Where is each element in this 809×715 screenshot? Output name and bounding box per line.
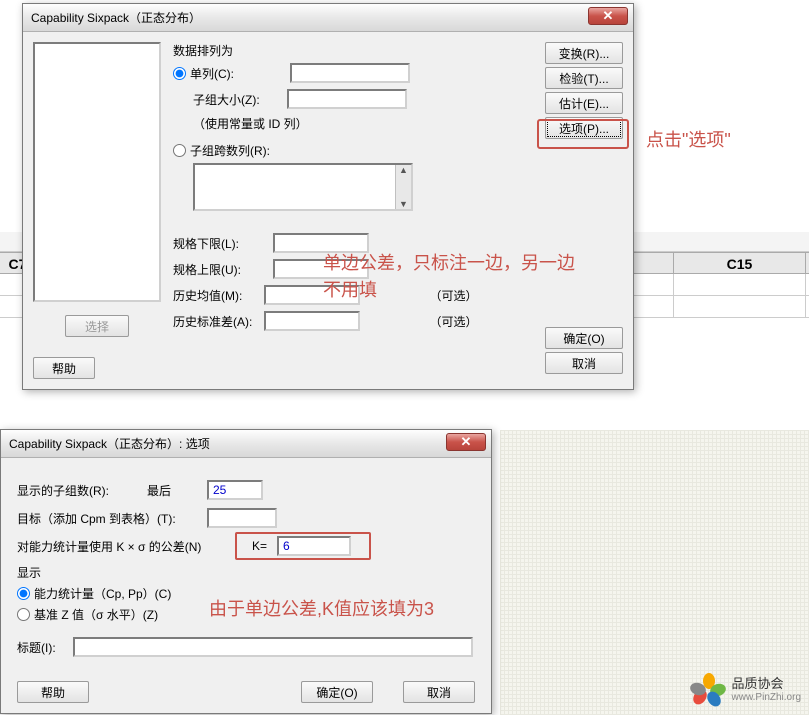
- hist-mean-label: 历史均值(M):: [173, 287, 264, 304]
- show-groups-input[interactable]: [207, 480, 263, 500]
- radio-cross-rows[interactable]: [173, 144, 186, 157]
- scroll-up-icon: ▲: [396, 165, 411, 175]
- logo-icon: [692, 673, 726, 707]
- radio-capability[interactable]: [17, 587, 30, 600]
- logo-line1: 品质协会: [732, 676, 801, 692]
- hist-sd-label: 历史标准差(A):: [173, 313, 264, 330]
- k-tolerance-label: 对能力统计量使用 K × σ 的公差(N): [17, 538, 237, 555]
- help-button-2[interactable]: 帮助: [17, 681, 89, 703]
- subgroup-hint: （使用常量或 ID 列）: [193, 115, 473, 132]
- options-dialog: Capability Sixpack（正态分布）: 选项 ✕ 显示的子组数(R)…: [0, 429, 492, 714]
- upper-spec-label: 规格上限(U):: [173, 261, 273, 278]
- hist-sd-input[interactable]: [264, 311, 360, 331]
- titlebar[interactable]: Capability Sixpack（正态分布） ✕: [23, 4, 633, 32]
- radio-cross-label: 子组跨数列(R):: [190, 142, 270, 159]
- show-groups-label: 显示的子组数(R):: [17, 482, 147, 499]
- display-label: 显示: [17, 564, 475, 581]
- scrollbar[interactable]: ▲ ▼: [395, 165, 411, 209]
- radio-single-label: 单列(C):: [190, 65, 290, 82]
- dialog2-title: Capability Sixpack（正态分布）: 选项: [9, 435, 210, 452]
- lower-spec-label: 规格下限(L):: [173, 235, 273, 252]
- cancel-button[interactable]: 取消: [545, 352, 623, 374]
- radio-z-benchmark[interactable]: [17, 608, 30, 621]
- test-button[interactable]: 检验(T)...: [545, 67, 623, 89]
- transform-button[interactable]: 变换(R)...: [545, 42, 623, 64]
- radio-single-column[interactable]: [173, 67, 186, 80]
- annotation-click-options: 点击"选项": [646, 126, 786, 155]
- capability-sixpack-dialog: Capability Sixpack（正态分布） ✕ 选择 帮助 数据排列为 单…: [22, 3, 634, 390]
- close-button-2[interactable]: ✕: [446, 433, 486, 451]
- radio-z-label: 基准 Z 值（σ 水平）(Z): [34, 606, 158, 623]
- last-label: 最后: [147, 482, 207, 499]
- title-input[interactable]: [73, 637, 473, 657]
- ok-button-2[interactable]: 确定(O): [301, 681, 373, 703]
- annotation-tolerance: 单边公差，只标注一边，另一边不用填: [323, 250, 583, 304]
- close-icon: ✕: [461, 434, 472, 450]
- close-button[interactable]: ✕: [588, 7, 628, 25]
- subgroup-size-input[interactable]: [287, 89, 407, 109]
- cross-rows-textarea[interactable]: ▲ ▼: [193, 163, 413, 211]
- logo-line2: www.PinZhi.org: [732, 692, 801, 704]
- dialog-title: Capability Sixpack（正态分布）: [31, 9, 201, 26]
- help-button[interactable]: 帮助: [33, 357, 95, 379]
- single-column-input[interactable]: [290, 63, 410, 83]
- col-c15: C15: [674, 253, 806, 273]
- scroll-down-icon: ▼: [396, 199, 411, 209]
- target-label: 目标（添加 Cpm 到表格）(T):: [17, 510, 207, 527]
- ok-button[interactable]: 确定(O): [545, 327, 623, 349]
- target-input[interactable]: [207, 508, 277, 528]
- estimate-button[interactable]: 估计(E)...: [545, 92, 623, 114]
- titlebar-2[interactable]: Capability Sixpack（正态分布）: 选项 ✕: [1, 430, 491, 458]
- select-button[interactable]: 选择: [65, 315, 129, 337]
- cancel-button-2[interactable]: 取消: [403, 681, 475, 703]
- variable-listbox[interactable]: [33, 42, 161, 302]
- close-icon: ✕: [603, 8, 614, 24]
- arrangement-label: 数据排列为: [173, 42, 473, 59]
- optional-2: （可选）: [430, 313, 473, 330]
- subgroup-size-label: 子组大小(Z):: [193, 91, 287, 108]
- pinzhi-logo: 品质协会 www.PinZhi.org: [692, 673, 801, 707]
- radio-cap-label: 能力统计量（Cp, Pp）(C): [34, 585, 171, 602]
- title-input-label: 标题(I):: [17, 639, 73, 656]
- annotation-k-value: 由于单边公差,K值应该填为3: [209, 596, 459, 623]
